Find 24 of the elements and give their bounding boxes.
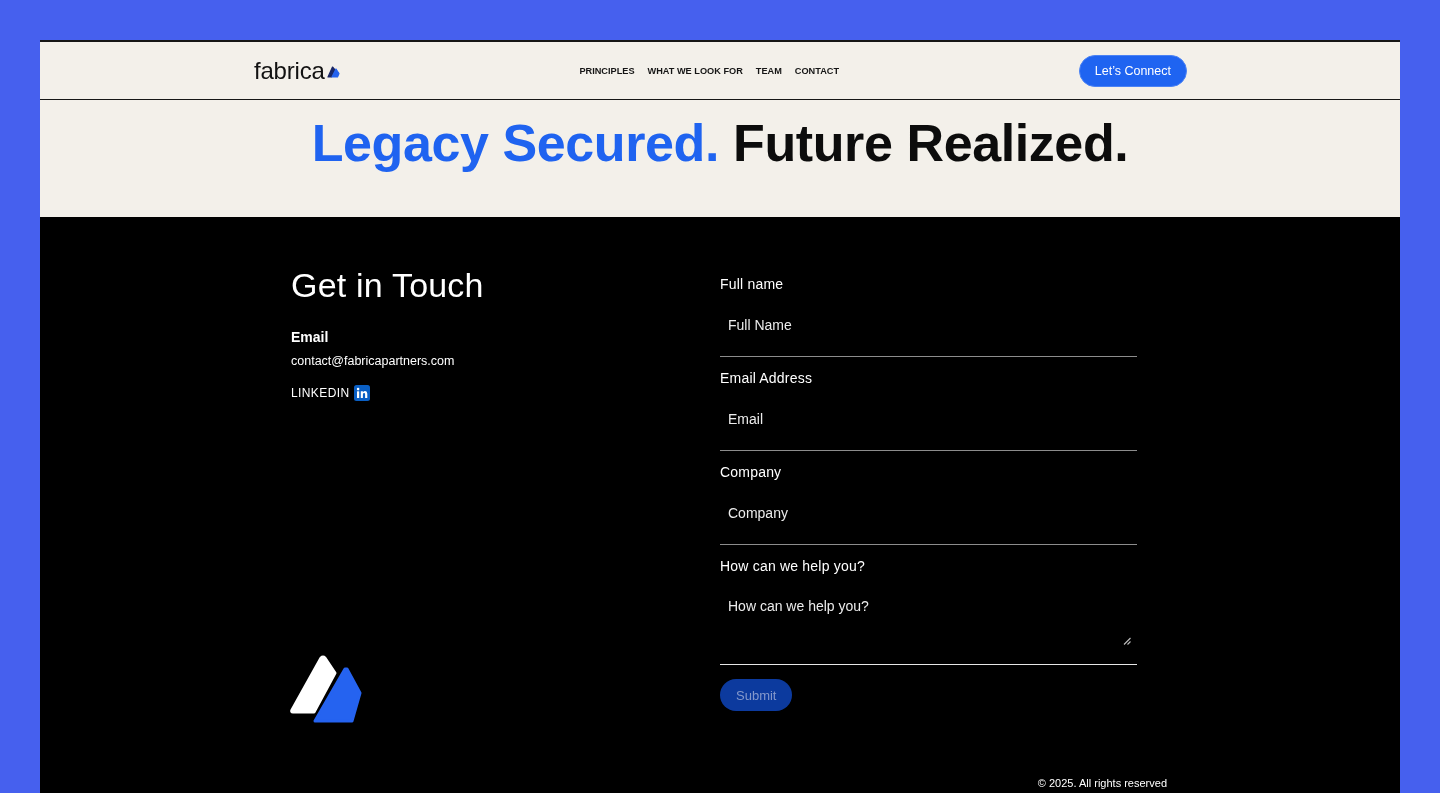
- field-label: Full name: [720, 276, 784, 293]
- field-label: How can we help you?: [720, 558, 865, 575]
- linkedin-link[interactable]: LINKEDIN: [291, 384, 370, 402]
- home-logo-link[interactable]: fabrica: [254, 56, 340, 85]
- nav-link[interactable]: TEAM: [755, 64, 782, 77]
- resize-handle-icon[interactable]: [1123, 637, 1131, 645]
- nav-link[interactable]: CONTACT: [794, 64, 840, 77]
- copyright-text: © 2025. All rights reserved: [1037, 777, 1167, 790]
- field-label: Company: [720, 464, 782, 481]
- nav-link[interactable]: WHAT WE LOOK FOR: [647, 64, 743, 77]
- input-field[interactable]: Company: [720, 481, 1137, 545]
- logo-icon: [326, 66, 340, 78]
- email-heading: Email: [291, 328, 329, 346]
- section-heading: Get in Touch: [291, 265, 484, 305]
- input-field[interactable]: Full Name: [720, 293, 1137, 357]
- linkedin-icon: [353, 385, 370, 401]
- hero-headline: Legacy Secured. Future Realized.: [311, 113, 1129, 174]
- connect-button[interactable]: Let’s Connect: [1078, 54, 1187, 87]
- logo-icon: [290, 655, 362, 725]
- email-link[interactable]: contact@fabricapartners.com: [291, 352, 455, 370]
- nav-link[interactable]: PRINCIPLES: [579, 64, 635, 77]
- message-field[interactable]: How can we help you?: [720, 575, 1137, 665]
- input-field[interactable]: Email: [720, 387, 1137, 451]
- field-label: Email Address: [720, 370, 813, 387]
